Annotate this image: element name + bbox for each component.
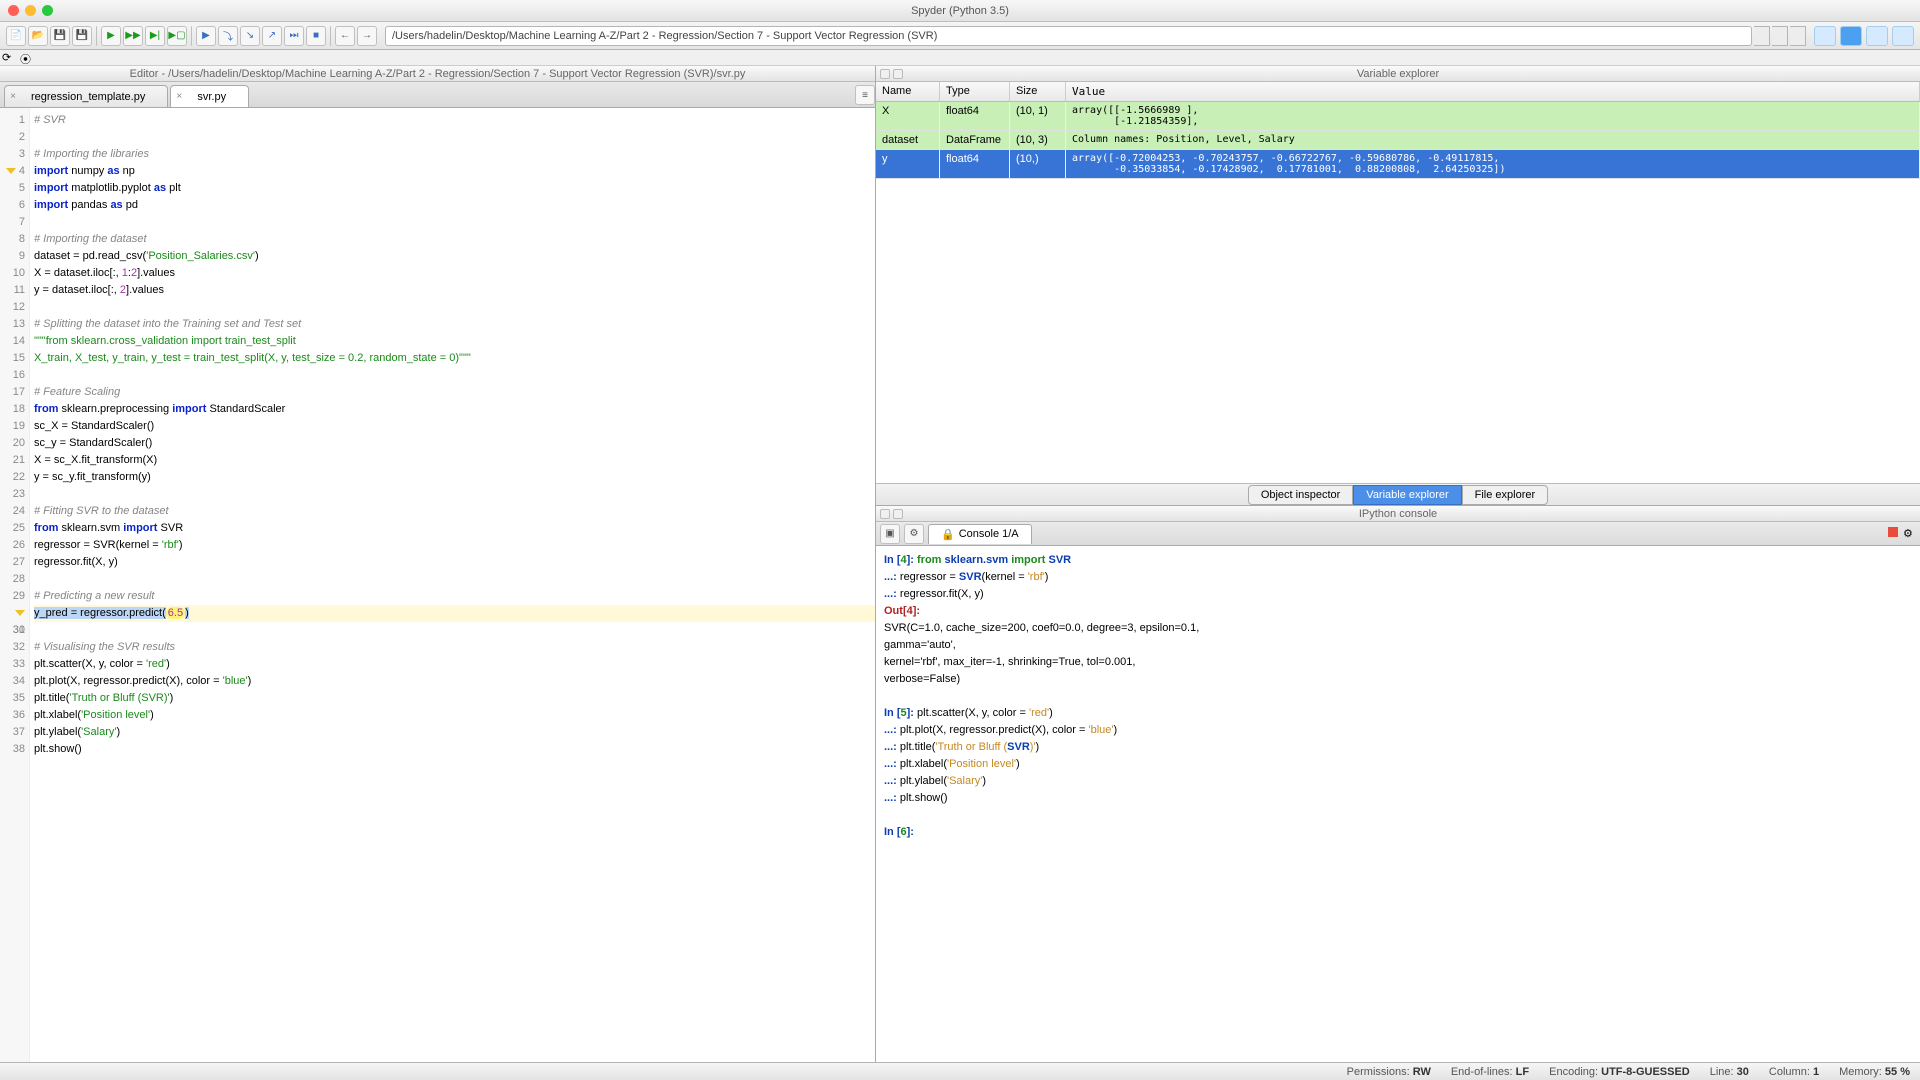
path-dropdown-icon[interactable] (1754, 26, 1770, 46)
ipython-pane-title: IPython console (876, 506, 1920, 522)
col-size[interactable]: Size (1010, 82, 1066, 101)
layout-button-4[interactable] (1892, 26, 1914, 46)
code-editor[interactable]: 123 456789101112131415161718192021222324… (0, 108, 875, 1062)
tab-svr[interactable]: × svr.py (170, 85, 249, 107)
titlebar: Spyder (Python 3.5) (0, 0, 1920, 22)
working-directory-input[interactable]: /Users/hadelin/Desktop/Machine Learning … (385, 26, 1752, 46)
kernel-busy-icon (1888, 527, 1898, 537)
console-menu-icon[interactable]: ▣ (880, 524, 900, 544)
run-file-button[interactable]: ▶ (101, 26, 121, 46)
main-toolbar: 📄 📂 💾 💾 ▶ ▶▶ ▶| ▶▢ ▶ ⤵ ↘ ↗ ⏭ ■ ← → /User… (0, 22, 1920, 50)
browse-directory-button[interactable] (1772, 26, 1788, 46)
status-bar: Permissions: RW End-of-lines: LF Encodin… (0, 1062, 1920, 1080)
variable-table[interactable]: Name Type Size Value Xfloat64(10, 1)arra… (876, 82, 1920, 483)
step-into-button[interactable]: ↘ (240, 26, 260, 46)
new-file-button[interactable]: 📄 (6, 26, 26, 46)
varex-pane-title: Variable explorer (876, 66, 1920, 82)
editor-pane-title: Editor - /Users/hadelin/Desktop/Machine … (0, 66, 875, 82)
run-selection-button[interactable]: ▶▢ (167, 26, 187, 46)
window-title: Spyder (Python 3.5) (0, 5, 1920, 17)
tool-icon-2[interactable]: ⦿ (20, 51, 34, 65)
tool-icon[interactable]: ⟳ (2, 51, 16, 65)
lock-icon: 🔒 (941, 528, 955, 541)
forward-button[interactable]: → (357, 26, 377, 46)
save-all-button[interactable]: 💾 (72, 26, 92, 46)
close-tab-icon[interactable]: × (173, 91, 185, 103)
layout-button-1[interactable] (1814, 26, 1836, 46)
open-file-button[interactable]: 📂 (28, 26, 48, 46)
tab-object-inspector[interactable]: Object inspector (1248, 485, 1353, 505)
run-cell-button[interactable]: ▶▶ (123, 26, 143, 46)
console-options-icon[interactable]: ⚙ (904, 524, 924, 544)
variable-row[interactable]: datasetDataFrame(10, 3)Column names: Pos… (876, 131, 1920, 150)
col-type[interactable]: Type (940, 82, 1010, 101)
ipython-console[interactable]: In [4]: from sklearn.svm import SVR ...:… (876, 546, 1920, 1062)
tab-list-button[interactable]: ≡ (855, 85, 875, 105)
console-tab[interactable]: 🔒 Console 1/A (928, 524, 1032, 544)
col-value[interactable]: Value (1066, 82, 1920, 101)
layout-button-3[interactable] (1866, 26, 1888, 46)
parent-directory-button[interactable] (1790, 26, 1806, 46)
step-out-button[interactable]: ↗ (262, 26, 282, 46)
variable-row[interactable]: Xfloat64(10, 1)array([[-1.5666989 ], [-1… (876, 102, 1920, 131)
tab-variable-explorer[interactable]: Variable explorer (1353, 485, 1461, 505)
pin-pane-icon[interactable] (893, 69, 903, 79)
tab-file-explorer[interactable]: File explorer (1462, 485, 1549, 505)
pin-pane-icon[interactable] (893, 509, 903, 519)
close-pane-icon[interactable] (880, 509, 890, 519)
layout-button-2[interactable] (1840, 26, 1862, 46)
tab-regression-template[interactable]: × regression_template.py (4, 85, 168, 107)
stop-debug-button[interactable]: ■ (306, 26, 326, 46)
options-icon[interactable]: ⚙ (1903, 527, 1915, 539)
close-tab-icon[interactable]: × (7, 91, 19, 103)
close-pane-icon[interactable] (880, 69, 890, 79)
col-name[interactable]: Name (876, 82, 940, 101)
run-cell-advance-button[interactable]: ▶| (145, 26, 165, 46)
back-button[interactable]: ← (335, 26, 355, 46)
save-button[interactable]: 💾 (50, 26, 70, 46)
step-over-button[interactable]: ⤵ (218, 26, 238, 46)
variable-row[interactable]: yfloat64(10,)array([-0.72004253, -0.7024… (876, 150, 1920, 179)
continue-button[interactable]: ⏭ (284, 26, 304, 46)
debug-button[interactable]: ▶ (196, 26, 216, 46)
sub-toolbar: ⟳ ⦿ (0, 50, 1920, 66)
editor-tabs: × regression_template.py × svr.py ≡ (0, 82, 875, 108)
